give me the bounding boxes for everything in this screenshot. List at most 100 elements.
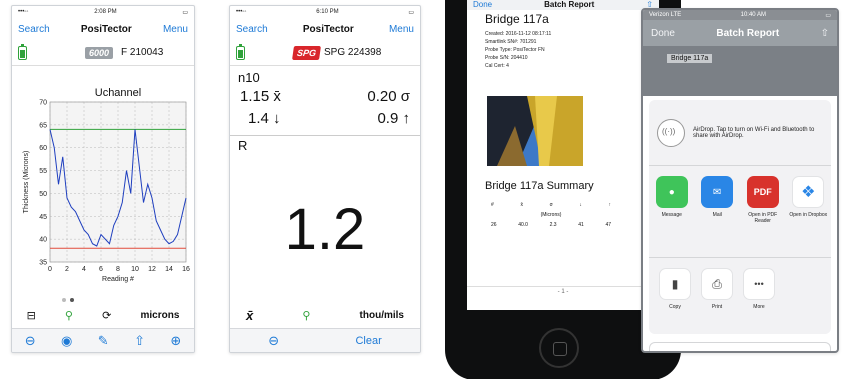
x-tick-label: 14: [165, 266, 173, 273]
mail-icon[interactable]: ✉: [701, 176, 734, 208]
reset-icon[interactable]: ⟳: [102, 309, 111, 322]
share-app-pdf-reader[interactable]: PDF Open in PDF Reader: [743, 176, 783, 224]
chart-title: Uchannel: [95, 87, 141, 99]
probe-serial: SPG 224398: [324, 47, 382, 58]
memory-icon[interactable]: ⊟: [27, 309, 36, 322]
page-dot-active[interactable]: [70, 298, 74, 302]
menu-link[interactable]: Menu: [163, 24, 188, 35]
units-label[interactable]: thou/mils: [360, 310, 404, 321]
search-link[interactable]: Search: [236, 24, 268, 35]
page-dots: [62, 298, 74, 302]
share-app-message[interactable]: ● Message: [652, 176, 692, 218]
units-label[interactable]: microns: [140, 310, 179, 321]
mean-mode-button[interactable]: x̄: [246, 308, 253, 323]
y-tick-label: 45: [39, 214, 47, 221]
probe-row: SPG SPG 224398: [230, 40, 420, 66]
action-print[interactable]: ⎙ Print: [701, 268, 733, 310]
y-tick-label: 50: [39, 191, 47, 198]
batch-report-document: Done Batch Report ⇧ Bridge 117a Created:…: [467, 0, 659, 310]
dropbox-icon[interactable]: ❖: [792, 176, 825, 208]
app-label: Open in Dropbox: [789, 212, 828, 218]
nav-bar: Search PosiTector Menu: [230, 18, 420, 40]
action-more[interactable]: ••• More: [743, 268, 775, 310]
max-symbol: ↑: [402, 109, 411, 127]
positector-6000-screen: •••◦◦ 2:08 PM ▭ Search PosiTector Menu 6…: [11, 5, 195, 353]
summary-title: Bridge 117a Summary: [485, 180, 594, 192]
status-bar: •••◦◦ 6:10 PM ▭: [230, 6, 420, 18]
app-label: Message: [661, 212, 682, 218]
message-icon[interactable]: ●: [655, 176, 688, 208]
section-label: R: [230, 135, 420, 155]
status-bar: Verizon LTE 10:40 AM ▭: [643, 10, 837, 20]
table-cell: 40.0: [518, 222, 528, 228]
sigma-value: 0.20: [367, 87, 397, 105]
x-tick-label: 6: [99, 266, 103, 273]
signal-icon: •••◦◦: [18, 9, 29, 15]
nav-bar: Done Batch Report ⇧: [643, 20, 837, 46]
share-app-mail[interactable]: ✉ Mail: [697, 176, 737, 218]
status-time: 6:10 PM: [316, 9, 339, 15]
x-tick-label: 2: [65, 266, 69, 273]
y-tick-label: 65: [39, 122, 47, 129]
minus-circle-icon[interactable]: ⊖: [268, 333, 279, 349]
stats-row: 1.4 ↓ 0.9 ↑: [240, 107, 410, 129]
page-dot[interactable]: [62, 298, 66, 302]
airdrop-row[interactable]: AirDrop. Tap to turn on Wi-Fi and Blueto…: [649, 100, 831, 166]
x-tick-label: 16: [182, 266, 190, 273]
menu-link[interactable]: Menu: [389, 24, 414, 35]
share-app-dropbox[interactable]: ❖ Open in Dropbox: [788, 176, 828, 218]
app-label: Mail: [712, 212, 722, 218]
battery-status-icon: ▭: [182, 9, 188, 16]
y-axis-label: Thickness (Microns): [23, 151, 30, 214]
mean-value: 1.15: [240, 87, 270, 105]
camera-icon[interactable]: ◉: [61, 333, 72, 349]
airdrop-text: AirDrop. Tap to turn on Wi-Fi and Blueto…: [693, 126, 815, 139]
done-link[interactable]: Done: [651, 28, 675, 39]
table-header: #: [491, 202, 494, 208]
done-link[interactable]: Done: [473, 0, 492, 10]
edit-icon[interactable]: ✎: [98, 333, 109, 349]
share-icon[interactable]: ⇧: [134, 333, 145, 349]
table-cell: 26: [491, 222, 497, 228]
home-button[interactable]: [539, 328, 579, 368]
signal-icon: •••◦◦: [236, 9, 247, 15]
probe-icon[interactable]: ⚲: [65, 309, 73, 322]
bottom-toolbar: ⊖ Clear: [230, 328, 420, 352]
share-icon[interactable]: ⇧: [821, 28, 829, 39]
pdf-icon[interactable]: PDF: [746, 176, 779, 208]
action-label: Print: [711, 304, 723, 310]
min-symbol: ↓: [273, 109, 281, 127]
page-number: - 1 -: [467, 286, 659, 295]
positector-spg-screen: •••◦◦ 6:10 PM ▭ Search PosiTector Menu S…: [229, 5, 421, 353]
clear-button[interactable]: Clear: [355, 335, 381, 347]
print-icon[interactable]: ⎙: [701, 268, 733, 300]
x-tick-label: 12: [148, 266, 156, 273]
airdrop-icon[interactable]: [657, 118, 685, 147]
more-icon[interactable]: •••: [743, 268, 775, 300]
minus-circle-icon[interactable]: ⊖: [25, 333, 36, 349]
battery-status-icon: ▭: [408, 9, 414, 16]
nav-title: Batch Report: [716, 27, 780, 39]
probe-row: 6000 F 210043: [12, 40, 194, 66]
mean-symbol: x̄: [273, 87, 281, 105]
doc-nav-title: Batch Report: [544, 0, 595, 9]
cancel-button[interactable]: Cancel: [649, 342, 831, 351]
nav-title: PosiTector: [80, 23, 132, 35]
nav-bar: Search PosiTector Menu: [12, 18, 194, 40]
copy-icon[interactable]: ▮: [659, 268, 691, 300]
summary-table: # x̄ σ ↓ ↑ (Microns) 26 40.0 2.3 41 47: [491, 200, 611, 230]
probe-icon[interactable]: ⚲: [302, 309, 310, 322]
action-copy[interactable]: ▮ Copy: [659, 268, 691, 310]
battery-icon: [18, 43, 27, 60]
mode-bar: ⊟ ⚲ ⟳ microns: [12, 304, 194, 326]
table-units: (Microns): [540, 212, 562, 218]
y-tick-label: 55: [39, 168, 47, 175]
x-axis-label: Reading #: [102, 276, 134, 283]
table-header: x̄: [520, 202, 523, 208]
table-cell: 47: [605, 222, 611, 228]
plus-circle-icon[interactable]: ⊕: [170, 333, 181, 349]
sigma-symbol: σ: [400, 87, 410, 105]
search-link[interactable]: Search: [18, 24, 50, 35]
min-stat: 1.4 ↓: [240, 110, 320, 127]
table-row: # x̄ σ ↓ ↑: [491, 200, 611, 210]
